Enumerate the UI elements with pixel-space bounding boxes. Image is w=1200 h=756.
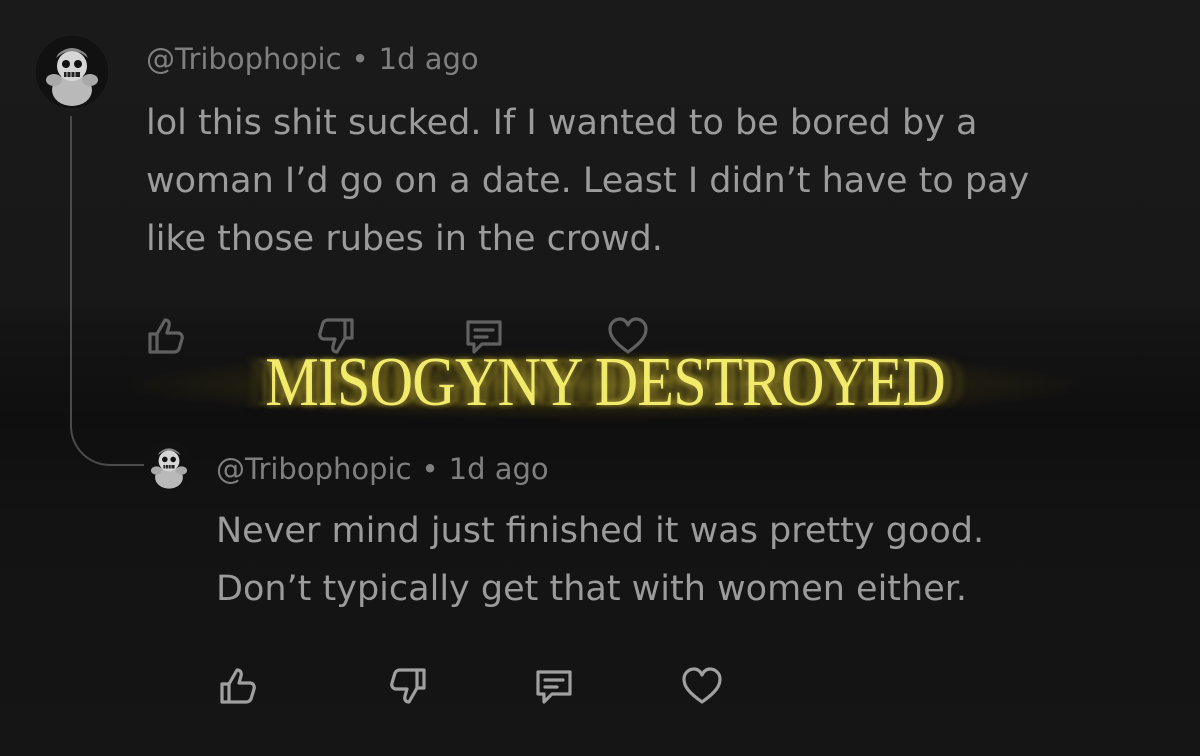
banner-text: MISOGYNY DESTROYED bbox=[265, 344, 945, 421]
comment-line: Don’t typically get that with women eith… bbox=[216, 569, 968, 609]
thumbs-down-icon[interactable] bbox=[384, 662, 432, 710]
avatar[interactable] bbox=[36, 36, 108, 108]
comment-line: woman I’d go on a date. Least I didn’t h… bbox=[146, 161, 1030, 201]
username[interactable]: @Tribophopic bbox=[146, 42, 342, 76]
comment-meta: @Tribophopic • 1d ago bbox=[216, 452, 549, 486]
separator-dot: • bbox=[351, 42, 369, 76]
separator-dot: • bbox=[421, 452, 439, 486]
reply-icon[interactable] bbox=[530, 662, 578, 710]
username[interactable]: @Tribophopic bbox=[216, 452, 412, 486]
skull-plush-avatar-icon bbox=[144, 440, 194, 490]
thumbs-up-icon[interactable] bbox=[214, 662, 262, 710]
comment-line: like those rubes in the crowd. bbox=[146, 219, 663, 259]
comment-meta: @Tribophopic • 1d ago bbox=[146, 42, 479, 76]
comment-body: Never mind just finished it was pretty g… bbox=[216, 502, 1176, 618]
timestamp: 1d ago bbox=[448, 452, 549, 486]
avatar[interactable] bbox=[144, 440, 194, 490]
comment-line: Never mind just finished it was pretty g… bbox=[216, 511, 985, 551]
overlay-banner: MISOGYNY DESTROYED bbox=[120, 330, 1090, 430]
timestamp: 1d ago bbox=[378, 42, 479, 76]
skull-plush-avatar-icon bbox=[36, 36, 108, 108]
comment-line: lol this shit sucked. If I wanted to be … bbox=[146, 103, 978, 143]
comment-body: lol this shit sucked. If I wanted to be … bbox=[146, 94, 1186, 268]
heart-icon[interactable] bbox=[678, 662, 726, 710]
comment-thread-screen: @Tribophopic • 1d ago lol this shit sucked… bbox=[0, 0, 1200, 756]
